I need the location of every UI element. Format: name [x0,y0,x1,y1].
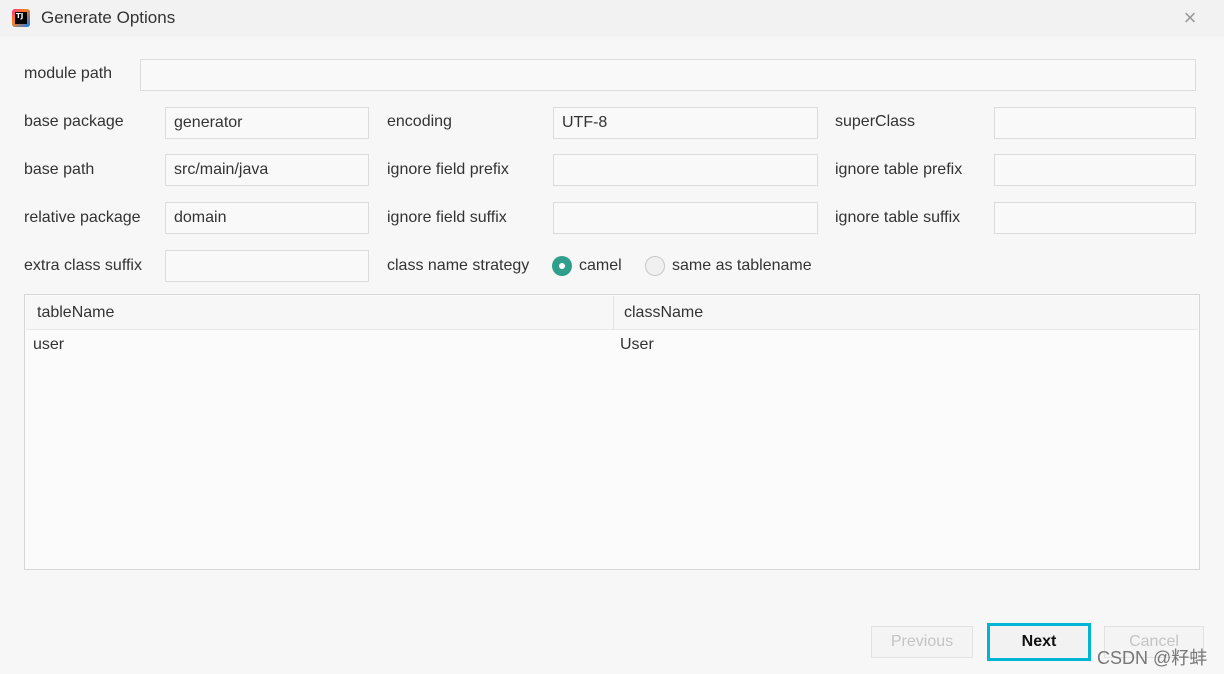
table-mapping[interactable]: tableName className user User [24,294,1200,570]
table-row[interactable]: user User [26,331,1198,359]
module-path-label: module path [24,65,113,82]
table-cell-tablename[interactable]: user [33,336,64,354]
column-header-tablename[interactable]: tableName [37,296,114,330]
ignore-table-suffix-label: ignore table suffix [835,209,961,226]
column-header-classname[interactable]: className [624,296,703,330]
ignore-field-prefix-label: ignore field prefix [387,161,509,178]
class-name-strategy-label: class name strategy [387,257,530,274]
superclass-label: superClass [835,113,916,130]
base-path-label: base path [24,161,95,178]
ignore-table-prefix-input[interactable] [994,154,1196,186]
ignore-field-suffix-input[interactable] [553,202,818,234]
relative-package-input[interactable] [165,202,369,234]
extra-class-suffix-input[interactable] [165,250,369,282]
superclass-input[interactable] [994,107,1196,139]
previous-button[interactable]: Previous [871,626,973,658]
extra-class-suffix-label: extra class suffix [24,257,142,274]
table-header: tableName className [26,296,1198,330]
watermark: CSDN @籽蚌 [1097,648,1208,668]
next-button[interactable]: Next [987,623,1091,661]
window-title: Generate Options [41,8,176,27]
base-package-label: base package [24,113,124,130]
column-divider[interactable] [613,296,614,330]
title-bar: TJ Generate Options × [0,0,1224,37]
ignore-table-suffix-input[interactable] [994,202,1196,234]
ignore-table-prefix-label: ignore table prefix [835,161,963,178]
radio-camel-label[interactable]: camel [579,257,622,275]
encoding-input[interactable] [553,107,818,139]
base-package-input[interactable] [165,107,369,139]
encoding-label: encoding [387,113,452,130]
table-cell-classname[interactable]: User [620,336,654,354]
ignore-field-prefix-input[interactable] [553,154,818,186]
module-path-input[interactable] [140,59,1196,91]
close-icon[interactable]: × [1180,7,1200,29]
relative-package-label: relative package [24,209,141,226]
ignore-field-suffix-label: ignore field suffix [387,209,507,226]
radio-camel[interactable] [552,256,572,276]
radio-same-as-tablename[interactable] [645,256,665,276]
intellij-app-icon: TJ [12,9,30,27]
base-path-input[interactable] [165,154,369,186]
radio-same-as-tablename-label[interactable]: same as tablename [672,257,812,275]
